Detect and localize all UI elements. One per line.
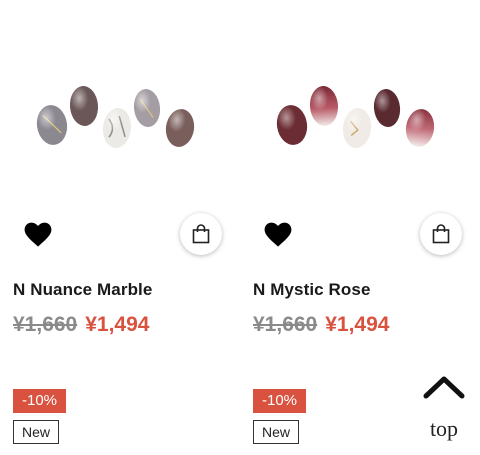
product-card[interactable]: N Nuance Marble ¥1,660 ¥1,494 -10% New [0,0,240,455]
heart-icon [24,222,52,247]
favorite-button[interactable] [24,222,52,248]
shopping-bag-icon [432,224,450,244]
back-to-top-button[interactable]: top [418,370,470,450]
shopping-bag-icon [192,224,210,244]
chevron-up-icon [423,376,465,399]
favorite-button[interactable] [264,222,292,248]
original-price: ¥1,660 [253,313,318,336]
price-row: ¥1,660 ¥1,494 [13,313,149,337]
product-name[interactable]: N Nuance Marble [13,280,152,300]
price-row: ¥1,660 ¥1,494 [253,313,389,337]
product-name[interactable]: N Mystic Rose [253,280,371,300]
add-to-cart-button[interactable] [180,213,222,255]
sale-price: ¥1,494 [85,313,150,336]
add-to-cart-button[interactable] [420,213,462,255]
sale-price: ¥1,494 [325,313,390,336]
back-to-top-label: top [429,416,459,441]
new-badge: New [13,420,60,444]
new-badge: New [253,420,300,444]
heart-icon [264,222,292,247]
discount-badge: -10% [253,389,307,413]
discount-badge: -10% [13,389,67,413]
original-price: ¥1,660 [13,313,78,336]
product-image[interactable] [240,0,480,200]
product-image[interactable] [0,0,240,200]
product-grid: N Nuance Marble ¥1,660 ¥1,494 -10% New N… [0,0,480,455]
